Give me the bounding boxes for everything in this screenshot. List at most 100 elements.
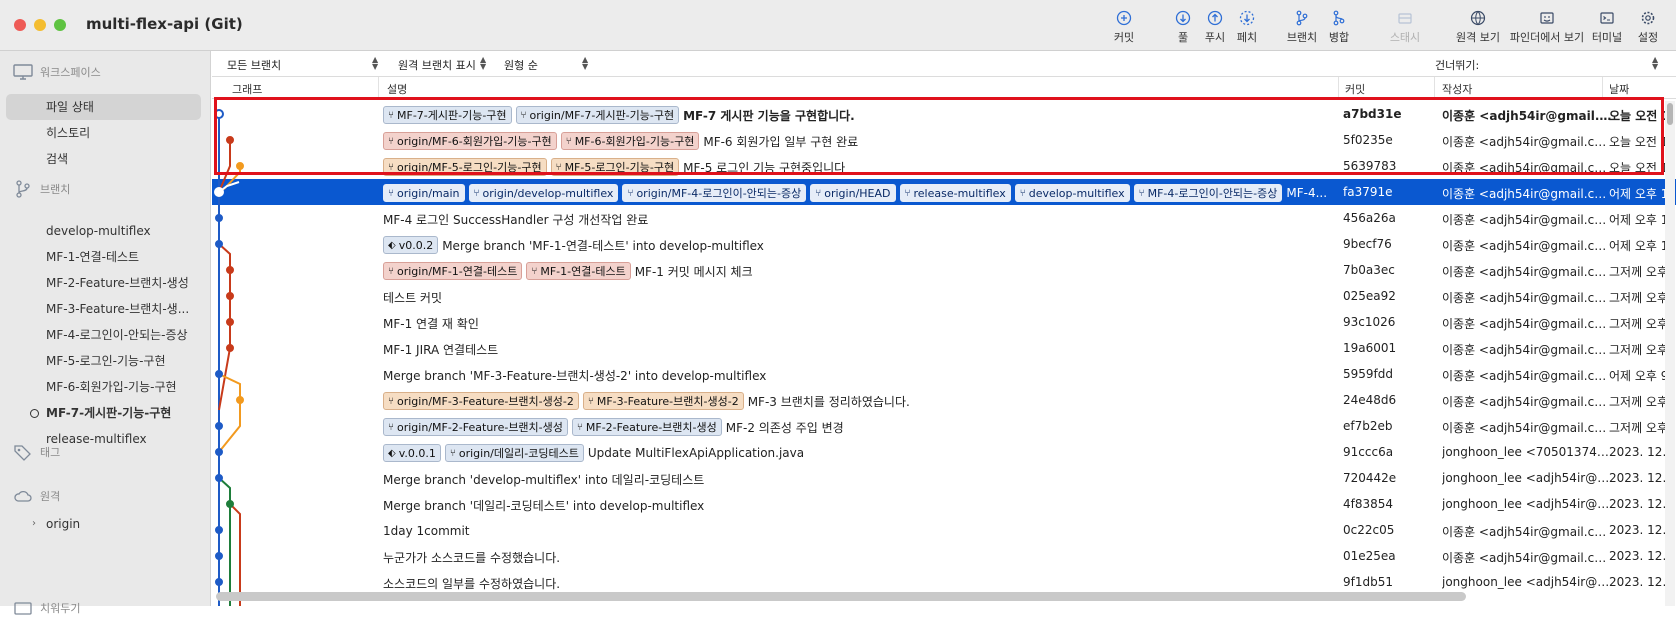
horizontal-scrollbar[interactable] (216, 592, 1466, 601)
branch-label[interactable]: ⑂ origin/MF-2-Feature-브랜치-생성 (383, 418, 568, 436)
jump-to-label[interactable]: 건너뛰기: (1435, 57, 1479, 73)
tags-header: 태그 (40, 446, 61, 459)
ref-name: origin/HEAD (824, 186, 891, 200)
toolbar-finder-button[interactable]: 파인더에서 보기 (1496, 10, 1598, 50)
commit-date: 2023. 12. 28. (1609, 575, 1669, 589)
commit-hash: 720442e (1343, 471, 1397, 485)
branch-label[interactable]: ⑂ origin/HEAD (810, 184, 896, 202)
sidebar-remote-origin[interactable]: origin (46, 513, 80, 535)
branch-label[interactable]: ⑂ MF-6-회원가입-기능-구현 (560, 132, 700, 150)
branch-label[interactable]: ⑂ MF-1-연결-테스트 (526, 262, 631, 280)
toolbar-dotted-arrow-down-button[interactable]: 페치 (1232, 10, 1262, 50)
column-graph[interactable]: 그래프 (232, 81, 262, 97)
branch-label[interactable]: ⑂ develop-multiflex (1014, 184, 1130, 202)
branch-filter-select[interactable]: 모든 브랜치 (227, 57, 281, 73)
commit-row[interactable]: ⑂ origin/MF-2-Feature-브랜치-생성 ⑂ MF-2-Feature… (212, 413, 1676, 439)
commit-row[interactable]: MF-4 로그인 SuccessHandler 구성 개선작업 완료 456a26… (212, 205, 1676, 231)
sidebar-section-remotes: 원격 (12, 486, 60, 506)
workspace-header: 워크스페이스 (40, 66, 101, 79)
sidebar-item-workspace[interactable]: 파일 상태 (46, 96, 94, 118)
ref-name: origin/MF-1-연결-테스트 (397, 265, 518, 278)
column-description[interactable]: 설명 (387, 81, 407, 97)
branch-label[interactable]: ⑂ origin/MF-1-연결-테스트 (383, 262, 523, 280)
branch-label[interactable]: ⑂ origin/MF-6-회원가입-기능-구현 (383, 132, 557, 150)
commit-row[interactable]: 테스트 커밋 025ea92 이종훈 <adjh54ir@gmail.com> 그저께… (212, 283, 1676, 309)
sidebar-item-branch[interactable]: MF-5-로그인-기능-구현 (46, 350, 166, 372)
commit-row[interactable]: ⑂ origin/MF-5-로그인-기능-구현 ⑂ MF-5-로그인-기능-구현 MF-… (212, 153, 1676, 179)
toolbar-arrow-up-circle-button[interactable]: 푸시 (1200, 10, 1230, 50)
ref-name: origin/MF-7-게시판-기능-구현 (529, 109, 675, 122)
commit-row[interactable]: ⑂ origin/MF-3-Feature-브랜치-생성-2 ⑂ MF-3-Featu… (212, 387, 1676, 413)
close-window-button[interactable] (14, 19, 26, 31)
commit-row[interactable]: 누군가가 소스코드를 수정했습니다. 01e25ea 이종훈 <adjh54ir@g… (212, 543, 1676, 569)
branch-label[interactable]: ⑂ origin/MF-7-게시판-기능-구현 (515, 106, 680, 124)
branch-label[interactable]: ⑂ origin/MF-5-로그인-기능-구현 (383, 158, 547, 176)
branch-label[interactable]: ⑂ MF-5-로그인-기능-구현 (550, 158, 680, 176)
branch-label[interactable]: ⑂ origin/데일리-코딩테스트 (444, 444, 584, 462)
vertical-scroll-thumb[interactable] (1667, 103, 1673, 125)
sidebar-item-workspace[interactable]: 검색 (46, 148, 68, 170)
tag-label[interactable]: ⬖ v0.0.2 (383, 236, 439, 254)
minimize-window-button[interactable] (34, 19, 46, 31)
commit-row[interactable]: ⑂ origin/main ⑂ origin/develop-multiflex ⑂ or… (212, 179, 1676, 205)
column-divider[interactable] (378, 77, 379, 99)
commit-author: 이종훈 <adjh54ir@gmail.com> (1442, 343, 1612, 357)
commit-row[interactable]: Merge branch 'MF-3-Feature-브랜치-생성-2' int… (212, 361, 1676, 387)
branch-label[interactable]: ⑂ origin/develop-multiflex (468, 184, 619, 202)
commit-row[interactable]: Merge branch '데일리-코딩테스트' into develop-mu… (212, 491, 1676, 517)
column-divider[interactable] (1602, 77, 1603, 99)
toolbar-branch-button[interactable]: 브랜치 (1281, 10, 1323, 50)
column-author[interactable]: 작성자 (1442, 81, 1472, 97)
vertical-scrollbar[interactable] (1665, 101, 1675, 606)
commit-row[interactable]: ⬖ v0.0.2 Merge branch 'MF-1-연결-테스트' into d… (212, 231, 1676, 257)
sidebar-item-branch[interactable]: release-multiflex (46, 428, 147, 450)
ref-name: origin/MF-3-Feature-브랜치-생성-2 (397, 395, 574, 408)
branch-label[interactable]: ⑂ MF-4-로그인이-안되는-증상 (1133, 184, 1283, 202)
sidebar-item-branch[interactable]: MF-2-Feature-브랜치-생성 (46, 272, 189, 294)
toolbar-gear-button[interactable]: 설정 (1633, 10, 1663, 50)
sidebar-item-branch[interactable]: develop-multiflex (46, 220, 151, 242)
sidebar-item-branch[interactable]: MF-6-회원가입-기능-구현 (46, 376, 177, 398)
toolbar-label: 병합 (1328, 31, 1350, 44)
commit-message: 테스트 커밋 (383, 290, 443, 305)
sidebar-item-branch[interactable]: MF-1-연결-테스트 (46, 246, 139, 268)
sidebar-item-branch[interactable]: MF-7-게시판-기능-구현 (46, 402, 171, 424)
sidebar-item-branch[interactable]: MF-3-Feature-브랜치-생... (46, 298, 189, 320)
order-select[interactable]: 원형 순 (504, 57, 538, 73)
branch-label[interactable]: ⑂ MF-2-Feature-브랜치-생성 (571, 418, 722, 436)
column-date[interactable]: 날짜 (1609, 81, 1629, 97)
branch-label[interactable]: ⑂ origin/main (383, 184, 465, 202)
branch-label[interactable]: ⑂ release-multiflex (899, 184, 1011, 202)
toolbar-arrow-down-circle-button[interactable]: 풀 (1174, 10, 1192, 50)
commit-row[interactable]: 1day 1commit 0c22c05 이종훈 <adjh54ir@gmail.c… (212, 517, 1676, 543)
column-divider[interactable] (1434, 77, 1435, 99)
arrow-up-circle-icon (1207, 10, 1223, 26)
column-commit[interactable]: 커밋 (1345, 81, 1365, 97)
commit-message: 소스코드의 일부를 수정하였습니다. (383, 576, 561, 591)
chevron-right-icon[interactable]: › (32, 518, 36, 529)
commit-row[interactable]: ⬖ v.0.0.1 ⑂ origin/데일리-코딩테스트 Update MultiFle… (212, 439, 1676, 465)
sidebar-item-branch[interactable]: MF-4-로그인이-안되는-증상 (46, 324, 188, 346)
branch-label[interactable]: ⑂ origin/MF-3-Feature-브랜치-생성-2 (383, 392, 579, 410)
commit-row[interactable]: ⑂ MF-7-게시판-기능-구현 ⑂ origin/MF-7-게시판-기능-구현 MF-… (212, 101, 1676, 127)
sidebar-item-workspace[interactable]: 히스토리 (46, 122, 90, 144)
merge-icon (1333, 10, 1345, 26)
commit-hash: 456a26a (1343, 211, 1396, 225)
column-divider[interactable] (1338, 77, 1339, 99)
branch-label[interactable]: ⑂ MF-3-Feature-브랜치-생성-2 (582, 392, 744, 410)
toolbar-merge-button[interactable]: 병합 (1324, 10, 1354, 50)
commit-row[interactable]: MF-1 JIRA 연결테스트 19a6001 이종훈 <adjh54ir@gmai… (212, 335, 1676, 361)
branch-label[interactable]: ⑂ MF-7-게시판-기능-구현 (383, 106, 512, 124)
remote-filter-select[interactable]: 원격 브랜치 표시 (398, 57, 476, 73)
toolbar-plus-circle-button[interactable]: 커밋 (1109, 10, 1139, 50)
toolbar-terminal-button[interactable]: 터미널 (1586, 10, 1628, 50)
commit-row[interactable]: ⑂ origin/MF-1-연결-테스트 ⑂ MF-1-연결-테스트 MF-1 커밋 메… (212, 257, 1676, 283)
toolbar-stash-button[interactable]: 스태시 (1384, 10, 1426, 50)
zoom-window-button[interactable] (54, 19, 66, 31)
branch-label[interactable]: ⑂ origin/MF-4-로그인이-안되는-증상 (622, 184, 807, 202)
commit-date: 그저께 오후 9:30 (1609, 265, 1669, 279)
commit-row[interactable]: Merge branch 'develop-multiflex' into 데일… (212, 465, 1676, 491)
commit-row[interactable]: ⑂ origin/MF-6-회원가입-기능-구현 ⑂ MF-6-회원가입-기능-구현 M… (212, 127, 1676, 153)
tag-label[interactable]: ⬖ v.0.0.1 (383, 444, 441, 462)
commit-row[interactable]: MF-1 연결 재 확인 93c1026 이종훈 <adjh54ir@gmail.c… (212, 309, 1676, 335)
